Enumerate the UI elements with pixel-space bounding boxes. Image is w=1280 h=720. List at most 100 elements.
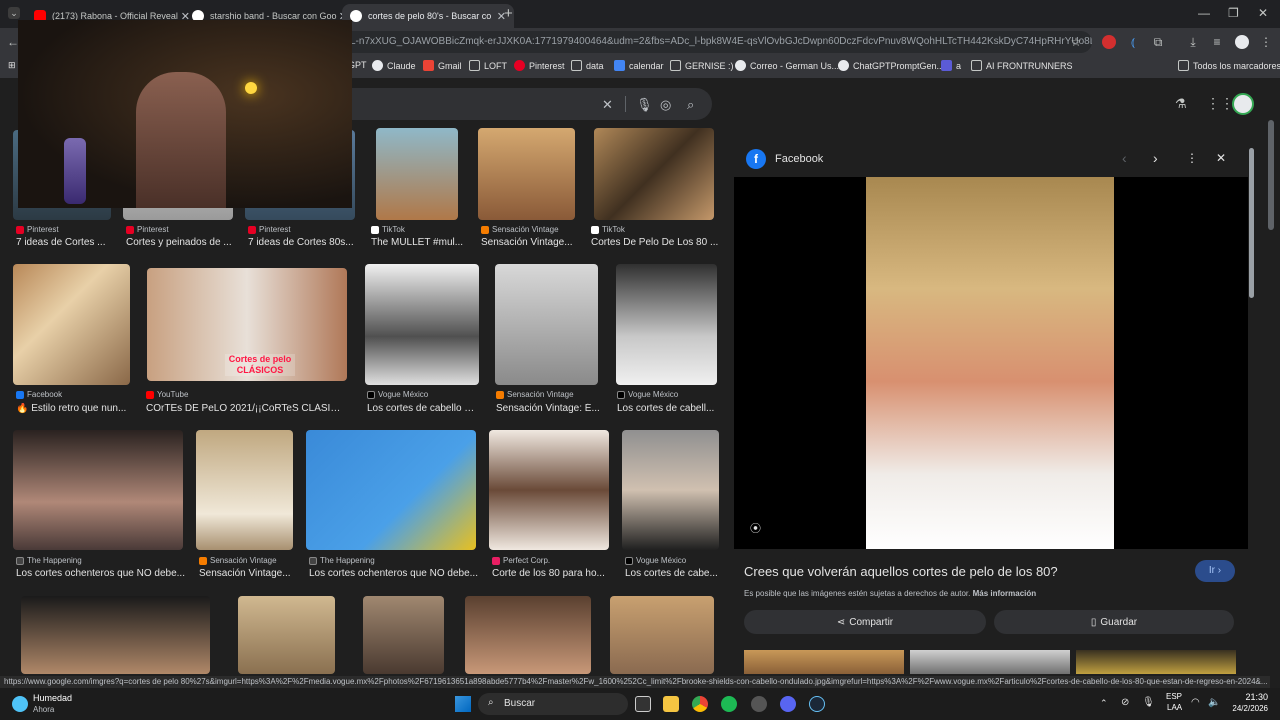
more-info-link[interactable]: Más información [973, 589, 1037, 598]
apps-icon[interactable]: ⊞ [8, 60, 16, 71]
menu-icon[interactable]: ⋮ [1259, 35, 1273, 49]
search-icon[interactable]: ⌕ [687, 97, 694, 113]
language-indicator[interactable]: ESP [1166, 692, 1182, 701]
apps-grid-icon[interactable]: ⋮⋮ [1206, 95, 1234, 112]
result-image[interactable] [594, 128, 714, 220]
bookmark-gernise[interactable]: GERNISE :) [670, 60, 734, 71]
result-caption[interactable]: Los cortes ochenteros que NO debe... [16, 568, 186, 579]
result-image[interactable] [306, 430, 476, 550]
windows-start-icon[interactable] [455, 696, 471, 712]
result-image[interactable] [196, 430, 293, 550]
mic-icon[interactable]: 🎙 [1142, 697, 1155, 708]
preview-image[interactable] [866, 177, 1114, 549]
steam-icon[interactable] [809, 696, 825, 712]
spotify-icon[interactable] [721, 696, 737, 712]
wifi-icon[interactable]: ◠ [1191, 697, 1200, 708]
lens-icon[interactable]: ⦿ [750, 520, 761, 536]
result-image[interactable] [478, 128, 575, 220]
search-input[interactable]: ✕ 🎙 ◎ ⌕ [340, 88, 712, 120]
related-image[interactable] [910, 650, 1070, 674]
result-caption[interactable]: Los cortes de cabell... [617, 403, 717, 414]
result-image[interactable] [610, 596, 714, 674]
result-image[interactable] [376, 128, 458, 220]
bookmark-star-icon[interactable]: ☆ [1069, 35, 1083, 49]
next-icon[interactable]: › [1153, 150, 1158, 166]
extension-audio-icon[interactable]: ⦅ [1126, 35, 1140, 49]
bookmark-correo[interactable]: Correo - German Us... [735, 60, 839, 71]
result-caption[interactable]: Los cortes ochenteros que NO debe... [309, 568, 479, 579]
volume-icon[interactable]: 🔈 [1208, 697, 1220, 708]
bookmark-claude[interactable]: Claude [372, 60, 416, 71]
bookmark-loft[interactable]: LOFT [469, 60, 507, 71]
result-caption[interactable]: Corte de los 80 para ho... [492, 568, 610, 579]
task-view-icon[interactable] [635, 696, 651, 712]
discord-icon[interactable] [780, 696, 796, 712]
result-image[interactable] [622, 430, 719, 550]
download-icon[interactable]: ⤓ [1186, 35, 1200, 49]
address-bar[interactable]: L-n7xXUG_OJAWOBBicZmqk-erJJXK0A:17719794… [340, 31, 1092, 53]
bookmark-data[interactable]: data [571, 60, 604, 71]
new-tab-button[interactable]: + [504, 5, 513, 22]
go-button[interactable]: Ir › [1195, 560, 1235, 582]
extensions-icon[interactable]: ⧉ [1151, 35, 1165, 49]
account-avatar[interactable] [1232, 93, 1254, 115]
profile-avatar[interactable] [1235, 35, 1249, 49]
result-image[interactable] [465, 596, 591, 674]
weather-icon[interactable] [12, 696, 28, 712]
bookmark-pinterest[interactable]: Pinterest [514, 60, 565, 71]
result-image[interactable] [616, 264, 717, 385]
panel-source[interactable]: Facebook [775, 153, 823, 165]
extension-red-icon[interactable] [1102, 35, 1116, 49]
mic-icon[interactable]: 🎙 [636, 97, 653, 113]
result-caption[interactable]: Cortes De Pelo De Los 80 ... [591, 237, 719, 248]
result-caption[interactable]: 🔥 Estilo retro que nun... [16, 403, 128, 414]
minimize-button[interactable]: — [1198, 6, 1210, 20]
bookmark-ai-frontrunners[interactable]: AI FRONTRUNNERS [971, 60, 1073, 71]
tab-google-active[interactable]: cortes de pelo 80's - Buscar co ✕ [342, 4, 514, 28]
clear-icon[interactable]: ✕ [602, 97, 613, 113]
labs-icon[interactable]: ⚗ [1175, 96, 1187, 112]
result-image[interactable] [238, 596, 335, 674]
related-image[interactable] [744, 650, 904, 674]
share-button[interactable]: ⋖ Compartir [744, 610, 986, 634]
result-image[interactable] [489, 430, 609, 550]
taskbar-search[interactable]: ⌕ Buscar [478, 693, 628, 715]
result-caption[interactable]: Cortes y peinados de ... [126, 237, 236, 248]
bookmark-chatgpt[interactable]: ChatGPTPromptGen... [838, 60, 944, 71]
clock-time[interactable]: 21:30 [1228, 692, 1268, 702]
bookmark-a[interactable]: a [941, 60, 961, 71]
close-icon[interactable]: ✕ [1216, 151, 1226, 165]
page-scrollbar[interactable] [1268, 120, 1274, 230]
maximize-button[interactable]: ❐ [1228, 6, 1239, 20]
result-caption[interactable]: 7 ideas de Cortes 80s... [248, 237, 358, 248]
result-caption[interactable]: The MULLET #mul... [371, 237, 467, 248]
lens-icon[interactable]: ◎ [660, 97, 671, 113]
tray-icon[interactable]: ⊘ [1121, 697, 1129, 708]
result-image[interactable]: Cortes de pelo CLÁSICOS [147, 268, 347, 381]
bookmark-gmail[interactable]: Gmail [423, 60, 462, 71]
result-image[interactable] [21, 596, 210, 674]
app-icon[interactable] [751, 696, 767, 712]
result-image[interactable] [365, 264, 479, 385]
bookmark-calendar[interactable]: calendar [614, 60, 664, 71]
panel-scrollbar[interactable] [1249, 148, 1254, 298]
tray-chevron-icon[interactable]: ⌃ [1100, 698, 1108, 709]
result-image[interactable] [495, 264, 598, 385]
result-caption[interactable]: Los cortes de cabello d... [367, 403, 477, 414]
tab-search-icon[interactable]: ⌄ [8, 7, 20, 19]
result-caption[interactable]: 7 ideas de Cortes ... [16, 237, 116, 248]
result-caption[interactable]: Sensación Vintage... [199, 568, 295, 579]
file-explorer-icon[interactable] [663, 696, 679, 712]
result-caption[interactable]: Sensación Vintage... [481, 237, 577, 248]
result-image[interactable] [13, 430, 183, 550]
chrome-icon[interactable] [692, 696, 708, 712]
related-image[interactable] [1076, 650, 1236, 674]
result-caption[interactable]: Los cortes de cabe... [625, 568, 719, 579]
media-icon[interactable]: ≡ [1210, 35, 1224, 49]
result-caption[interactable]: Sensación Vintage: É... [496, 403, 600, 414]
more-icon[interactable]: ⋮ [1186, 151, 1198, 165]
result-caption[interactable]: COrTEs DE PeLO 2021/¡¡CoRTeS CLÁSICO... [146, 403, 346, 414]
result-image[interactable] [13, 264, 130, 385]
panel-title[interactable]: Crees que volverán aquellos cortes de pe… [744, 564, 1058, 579]
save-button[interactable]: ▯ Guardar [994, 610, 1234, 634]
